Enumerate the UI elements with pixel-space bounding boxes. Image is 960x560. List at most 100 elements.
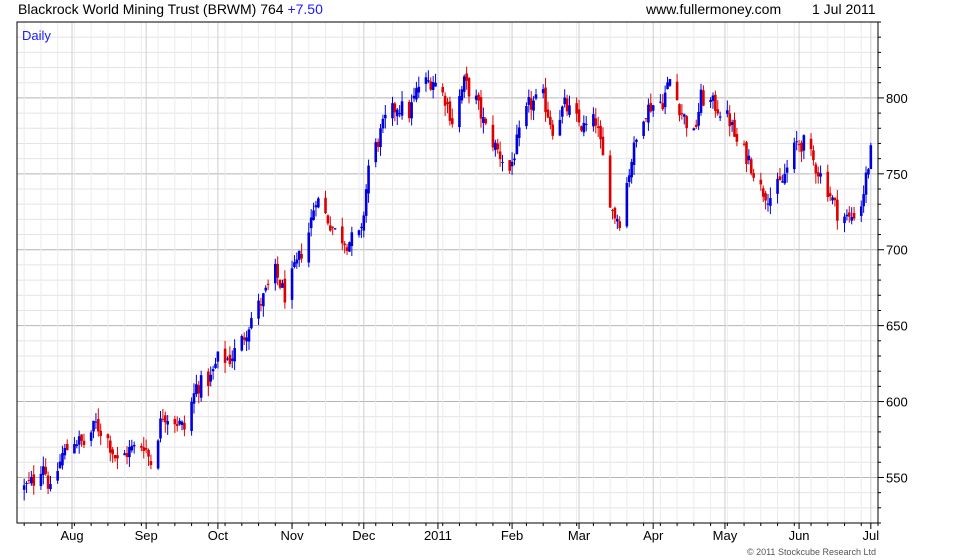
candle-body — [357, 230, 361, 236]
candle-body — [510, 161, 514, 167]
candle-body — [374, 142, 378, 163]
candle-body — [546, 109, 550, 118]
candle-body — [262, 293, 265, 307]
candle-body — [123, 453, 126, 456]
candle-body — [862, 194, 865, 207]
candle-body — [752, 173, 755, 178]
candle-body — [240, 335, 244, 351]
candle-body — [864, 172, 868, 195]
candle-body — [477, 94, 480, 101]
period-label: Daily — [22, 28, 51, 43]
candle-body — [61, 453, 64, 466]
candle-body — [663, 92, 667, 108]
candle-body — [797, 144, 801, 146]
candle-body — [75, 444, 79, 447]
candle-body — [295, 259, 299, 264]
candle-body — [360, 226, 363, 228]
candle-body — [759, 179, 763, 185]
candle-body — [541, 89, 545, 94]
candle-body — [178, 420, 181, 425]
candle-body — [195, 384, 198, 395]
candle-body — [39, 473, 43, 487]
candle-body — [577, 109, 581, 123]
candle-body — [833, 197, 837, 201]
candle-body — [565, 98, 569, 112]
candlestick-series — [22, 66, 873, 501]
candle-body — [140, 446, 143, 448]
copyright-text: © 2011 Stockcube Research Ltd — [747, 547, 876, 557]
candle-body — [594, 118, 598, 126]
candle-body — [711, 95, 715, 101]
candle-body — [417, 86, 421, 93]
candle-body — [694, 124, 698, 127]
candle-body — [144, 448, 148, 450]
candle-body — [250, 318, 253, 329]
candle-body — [462, 76, 466, 92]
candle-body — [175, 424, 179, 426]
candle-body — [608, 155, 612, 208]
candle-body — [800, 142, 803, 152]
candle-body — [467, 78, 471, 97]
candle-body — [558, 119, 562, 136]
candle-body — [458, 96, 461, 128]
x-tick-label: Nov — [280, 528, 304, 543]
candle-body — [199, 375, 203, 398]
candle-body — [859, 206, 863, 216]
candle-body — [207, 371, 210, 387]
candle-body — [130, 445, 134, 451]
candle-body — [443, 95, 447, 106]
candle-body — [460, 89, 464, 101]
candle-body — [290, 268, 294, 300]
candle-body — [450, 118, 454, 125]
candle-body — [309, 217, 313, 229]
candle-body — [242, 337, 246, 340]
candle-body — [415, 88, 418, 100]
candle-body — [596, 126, 600, 128]
candle-body — [209, 374, 213, 382]
candle-body — [398, 113, 401, 115]
candle-body — [180, 421, 184, 426]
candle-body — [226, 358, 229, 360]
candle-body — [675, 81, 679, 101]
candle-body — [142, 447, 146, 452]
candle-body — [381, 118, 385, 129]
candle-body — [77, 436, 81, 445]
candle-body — [274, 263, 277, 284]
candle-body — [259, 304, 263, 306]
candle-body — [300, 253, 303, 259]
x-tick-label: Jun — [789, 528, 810, 543]
candle-body — [582, 122, 586, 133]
candle-body — [561, 106, 564, 117]
candle-body — [333, 228, 337, 230]
candle-body — [364, 189, 368, 216]
candle-body — [424, 77, 428, 84]
candle-body — [147, 449, 150, 457]
candle-body — [94, 421, 98, 423]
candle-body — [173, 419, 177, 425]
candle-body — [632, 142, 636, 166]
candle-body — [159, 418, 162, 439]
candle-body — [312, 210, 315, 221]
candle-body — [149, 461, 153, 466]
x-tick-label: Mar — [568, 528, 591, 543]
candle-body — [429, 81, 433, 90]
candle-body — [659, 101, 662, 103]
candle-body — [391, 103, 394, 119]
candle-body — [529, 98, 533, 110]
candle-body — [245, 337, 248, 342]
candle-body — [627, 175, 631, 183]
candle-body — [625, 182, 629, 227]
x-tick-label: Feb — [501, 528, 523, 543]
candle-body — [407, 101, 411, 119]
candle-body — [769, 198, 772, 206]
candle-body — [367, 165, 370, 194]
candle-body — [324, 197, 327, 214]
candle-body — [802, 135, 806, 151]
y-tick-label: 550 — [886, 470, 908, 485]
candle-body — [434, 82, 437, 87]
candle-body — [484, 118, 488, 124]
candle-body — [716, 109, 720, 114]
candle-body — [649, 103, 653, 112]
candle-body — [326, 215, 330, 224]
candle-body — [384, 114, 387, 119]
